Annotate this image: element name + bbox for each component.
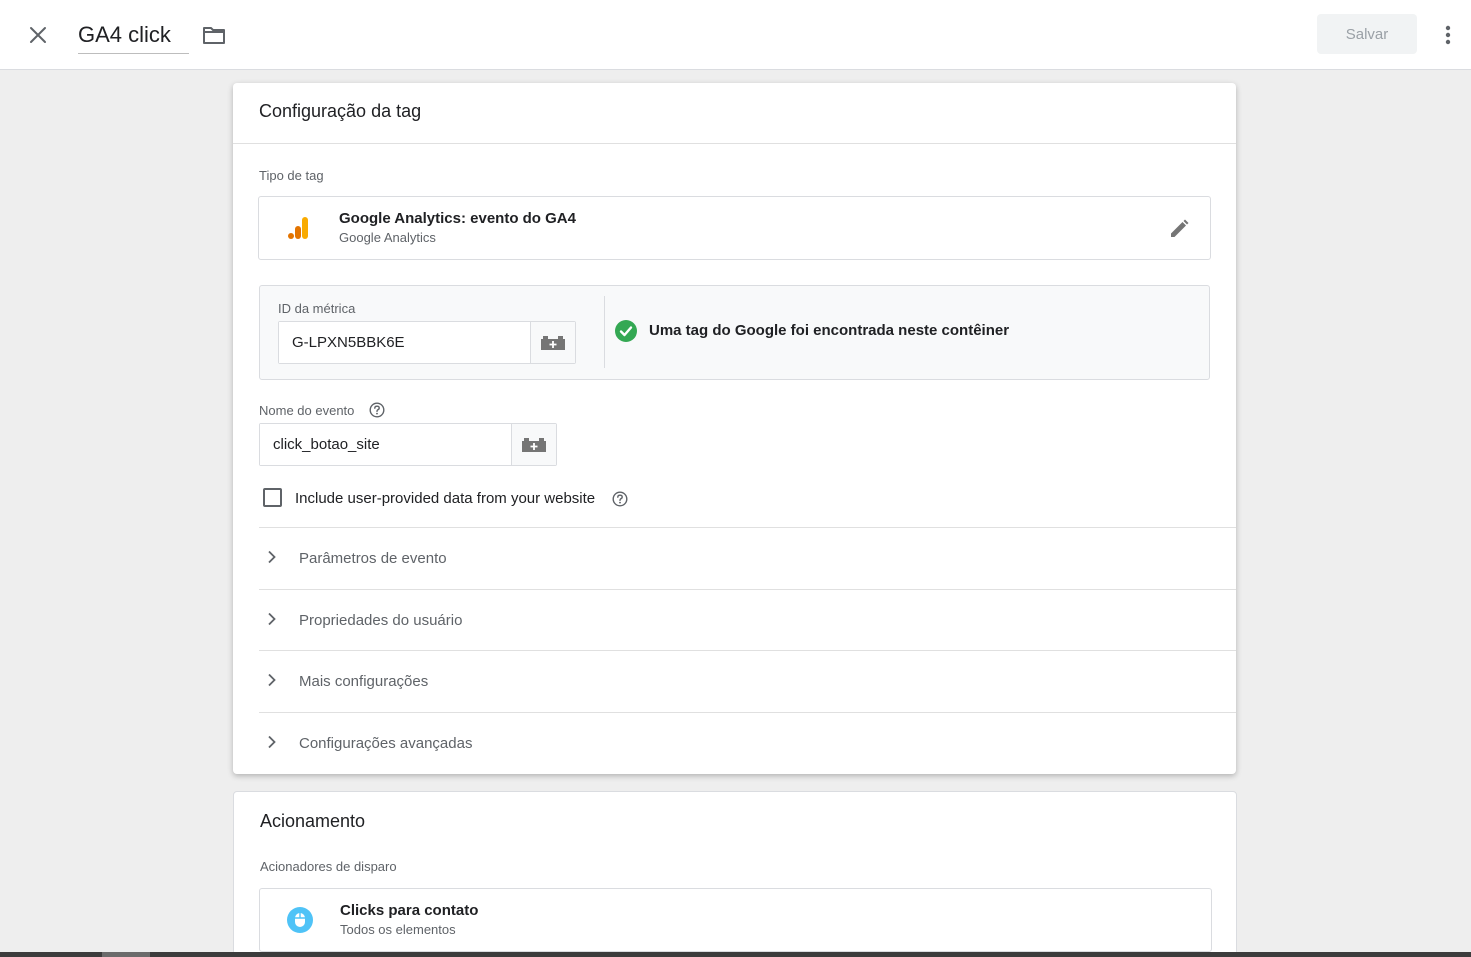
event-name-help-icon[interactable] <box>369 402 385 418</box>
card-divider <box>233 143 1236 144</box>
measurement-id-panel: ID da métrica Uma tag do Google foi enco… <box>259 285 1210 380</box>
trigger-type: Todos os elementos <box>340 922 456 937</box>
firing-triggers-label: Acionadores de disparo <box>260 859 397 874</box>
user-properties-label: Propriedades do usuário <box>299 612 463 629</box>
bottom-edge-strip <box>0 952 1471 957</box>
event-name-input-group <box>259 423 557 466</box>
trigger-item[interactable]: Clicks para contato Todos os elementos <box>259 888 1212 952</box>
folder-icon <box>203 27 225 44</box>
pencil-icon <box>1171 219 1189 237</box>
check-circle-icon <box>615 320 637 342</box>
chevron-right-icon <box>268 550 276 564</box>
triggering-title: Acionamento <box>260 811 366 831</box>
tag-type-selector[interactable]: Google Analytics: evento do GA4 Google A… <box>258 196 1211 260</box>
tag-type-provider: Google Analytics <box>339 230 436 245</box>
event-parameters-label: Parâmetros de evento <box>299 550 447 567</box>
save-button[interactable]: Salvar <box>1317 14 1417 54</box>
close-button[interactable] <box>22 19 54 51</box>
user-data-checkbox[interactable] <box>263 488 282 507</box>
event-parameters-section[interactable]: Parâmetros de evento <box>259 527 1236 589</box>
advanced-settings-section[interactable]: Configurações avançadas <box>259 712 1236 774</box>
top-bar: GA4 click Salvar <box>0 0 1471 70</box>
chevron-right-icon <box>268 735 276 749</box>
chevron-right-icon <box>268 612 276 626</box>
insert-variable-icon <box>541 335 566 350</box>
more-options-button[interactable] <box>1434 20 1462 50</box>
event-name-label: Nome do evento <box>259 403 355 418</box>
measurement-id-input-group <box>278 321 576 364</box>
close-icon <box>30 27 46 43</box>
triggering-card: Acionamento Acionadores de disparo Click… <box>233 791 1237 957</box>
tag-configuration-title: Configuração da tag <box>259 101 422 121</box>
trigger-name: Clicks para contato <box>340 902 479 919</box>
mouse-click-icon <box>287 907 313 933</box>
insert-variable-icon <box>522 437 547 452</box>
google-analytics-icon <box>288 217 308 239</box>
tag-type-name: Google Analytics: evento do GA4 <box>339 210 576 227</box>
edit-tag-type-button[interactable] <box>1165 215 1193 243</box>
advanced-settings-label: Configurações avançadas <box>299 735 473 752</box>
tag-configuration-card: Configuração da tag Tipo de tag Google A… <box>233 83 1236 774</box>
google-tag-found-message: Uma tag do Google foi encontrada neste c… <box>649 322 1010 339</box>
measurement-id-input[interactable] <box>279 322 531 363</box>
tag-name-text: GA4 click <box>78 22 171 47</box>
more-settings-section[interactable]: Mais configurações <box>259 650 1236 712</box>
event-name-variable-button[interactable] <box>511 424 556 465</box>
user-data-help-icon[interactable] <box>612 491 628 507</box>
user-data-checkbox-label: Include user-provided data from your web… <box>295 490 596 507</box>
event-name-input[interactable] <box>260 424 512 465</box>
user-properties-section[interactable]: Propriedades do usuário <box>259 589 1236 651</box>
more-vert-icon <box>1445 25 1451 45</box>
panel-divider <box>604 296 605 368</box>
measurement-id-label: ID da métrica <box>278 301 356 316</box>
chevron-right-icon <box>268 673 276 687</box>
more-settings-label: Mais configurações <box>299 673 429 690</box>
bottom-edge-segment <box>102 952 150 957</box>
folder-button[interactable] <box>200 21 228 49</box>
measurement-id-variable-button[interactable] <box>530 322 575 363</box>
tag-type-label: Tipo de tag <box>259 168 324 183</box>
tag-name-input[interactable]: GA4 click <box>78 18 189 54</box>
